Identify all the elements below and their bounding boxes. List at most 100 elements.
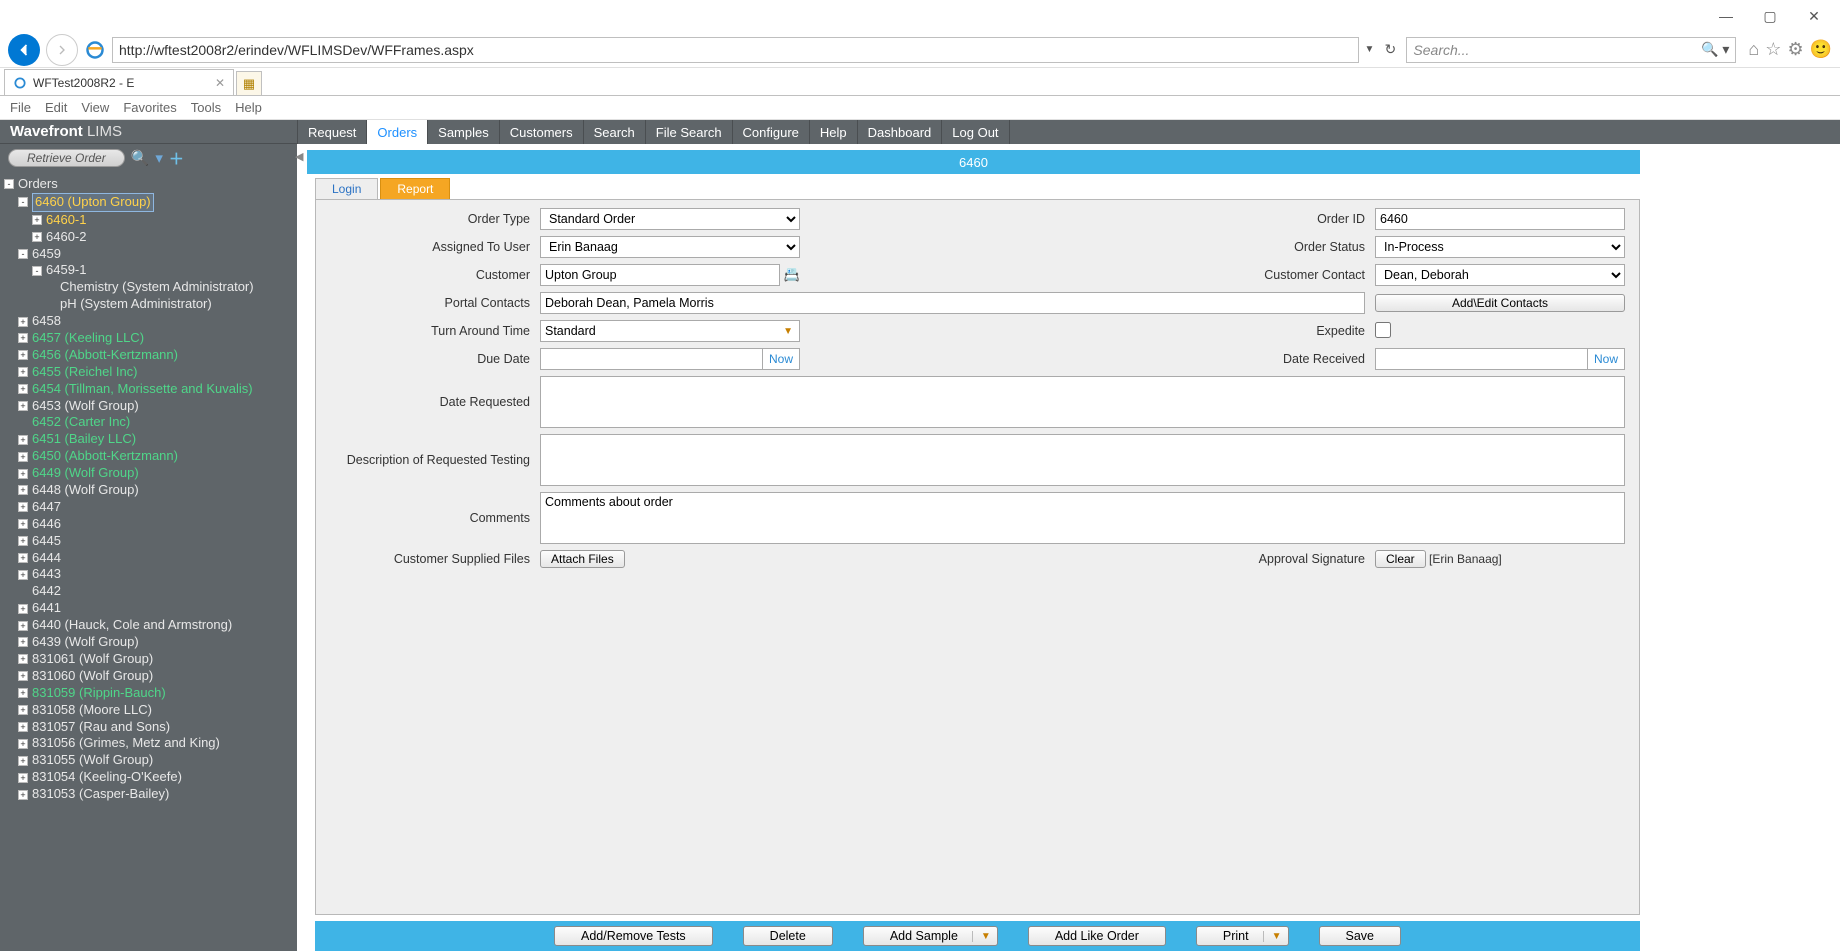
customer-field[interactable]: [540, 264, 780, 286]
tree-row[interactable]: +6460-1: [4, 212, 297, 229]
add-remove-tests-button[interactable]: Add/Remove Tests: [554, 926, 713, 946]
tree-expander[interactable]: +: [18, 654, 28, 664]
tree-item-label[interactable]: 6451 (Bailey LLC): [32, 431, 136, 448]
tree-item-label[interactable]: 831061 (Wolf Group): [32, 651, 153, 668]
tree-row[interactable]: +831061 (Wolf Group): [4, 651, 297, 668]
save-button[interactable]: Save: [1319, 926, 1402, 946]
smiley-icon[interactable]: 🙂: [1810, 39, 1832, 60]
add-edit-contacts-button[interactable]: Add\Edit Contacts: [1375, 294, 1625, 312]
tree-expander[interactable]: +: [18, 739, 28, 749]
add-sample-button[interactable]: Add Sample▼: [863, 926, 998, 946]
browser-menu-item[interactable]: View: [81, 100, 109, 115]
tree-row[interactable]: +6455 (Reichel Inc): [4, 364, 297, 381]
tree-expander[interactable]: +: [18, 350, 28, 360]
tree-item-label[interactable]: 831053 (Casper-Bailey): [32, 786, 169, 803]
description-textarea[interactable]: [540, 434, 1625, 486]
tree-expander[interactable]: +: [18, 705, 28, 715]
tree-row[interactable]: +831055 (Wolf Group): [4, 752, 297, 769]
tree-item-label[interactable]: 6443: [32, 566, 61, 583]
topmenu-item[interactable]: Configure: [733, 120, 810, 144]
tree-row[interactable]: -6459-1: [4, 262, 297, 279]
tat-dropdown-icon[interactable]: ▼: [777, 320, 800, 342]
gear-icon[interactable]: ⚙: [1787, 39, 1803, 60]
topmenu-item[interactable]: Dashboard: [858, 120, 943, 144]
tree-row[interactable]: +831060 (Wolf Group): [4, 668, 297, 685]
tree-row[interactable]: +6456 (Abbott-Kertzmann): [4, 347, 297, 364]
topmenu-item[interactable]: Request: [298, 120, 367, 144]
due-date-now-link[interactable]: Now: [763, 348, 800, 370]
tree-item-label[interactable]: 6455 (Reichel Inc): [32, 364, 138, 381]
tree-row[interactable]: +6447: [4, 499, 297, 516]
tree-row[interactable]: -6460 (Upton Group): [4, 193, 297, 212]
topmenu-item[interactable]: Log Out: [942, 120, 1009, 144]
tree-item-label[interactable]: 831060 (Wolf Group): [32, 668, 153, 685]
topmenu-item[interactable]: File Search: [646, 120, 733, 144]
browser-menu-item[interactable]: Favorites: [123, 100, 176, 115]
topmenu-item[interactable]: Orders: [367, 120, 428, 144]
tree-item-label[interactable]: 6450 (Abbott-Kertzmann): [32, 448, 178, 465]
tree-expander[interactable]: +: [18, 773, 28, 783]
date-received-field[interactable]: [1375, 348, 1588, 370]
tree-row[interactable]: +6457 (Keeling LLC): [4, 330, 297, 347]
subtab-login[interactable]: Login: [315, 178, 378, 199]
tree-item-label[interactable]: 6460-2: [46, 229, 86, 246]
add-icon[interactable]: ＋: [169, 148, 184, 169]
search-box[interactable]: Search... 🔍 ▾: [1406, 37, 1736, 63]
assigned-user-select[interactable]: Erin Banaag: [540, 236, 800, 258]
comments-textarea[interactable]: Comments about order: [540, 492, 1625, 544]
customer-lookup-icon[interactable]: 📇: [784, 267, 800, 283]
tree-row[interactable]: 6452 (Carter Inc): [4, 414, 297, 431]
tree-expander[interactable]: +: [18, 519, 28, 529]
tree-expander[interactable]: -: [18, 197, 28, 207]
tree-expander[interactable]: -: [18, 249, 28, 259]
favorites-icon[interactable]: ☆: [1765, 39, 1781, 60]
tree-expander[interactable]: +: [18, 722, 28, 732]
tree-expander[interactable]: +: [32, 232, 42, 242]
tree-item-label[interactable]: 6444: [32, 550, 61, 567]
tree-row[interactable]: pH (System Administrator): [4, 296, 297, 313]
tree-item-label[interactable]: 831057 (Rau and Sons): [32, 719, 170, 736]
tree-item-label[interactable]: 831056 (Grimes, Metz and King): [32, 735, 220, 752]
attach-files-button[interactable]: Attach Files: [540, 550, 625, 568]
topmenu-item[interactable]: Search: [584, 120, 646, 144]
tree-item-label[interactable]: 831055 (Wolf Group): [32, 752, 153, 769]
tree-expander[interactable]: +: [18, 790, 28, 800]
tree-item-label[interactable]: 831059 (Rippin-Bauch): [32, 685, 166, 702]
tree-expander[interactable]: +: [18, 401, 28, 411]
tat-field[interactable]: [540, 320, 777, 342]
subtab-report[interactable]: Report: [380, 178, 450, 199]
tree-row[interactable]: 6442: [4, 583, 297, 600]
orders-tree[interactable]: - Orders -6460 (Upton Group)+6460-1+6460…: [0, 172, 297, 951]
tree-item-label[interactable]: Chemistry (System Administrator): [60, 279, 254, 296]
browser-menu-item[interactable]: File: [10, 100, 31, 115]
browser-menu-item[interactable]: Tools: [191, 100, 221, 115]
tree-item-label[interactable]: 6446: [32, 516, 61, 533]
tree-row[interactable]: -6459: [4, 246, 297, 263]
tree-row[interactable]: +831056 (Grimes, Metz and King): [4, 735, 297, 752]
nav-forward-button[interactable]: [46, 34, 78, 66]
tab-close-icon[interactable]: ✕: [215, 76, 225, 90]
tree-item-label[interactable]: 6458: [32, 313, 61, 330]
tree-item-label[interactable]: 6441: [32, 600, 61, 617]
tree-expander[interactable]: +: [18, 367, 28, 377]
tree-row[interactable]: +6460-2: [4, 229, 297, 246]
tree-item-label[interactable]: 6453 (Wolf Group): [32, 398, 139, 415]
tree-item-label[interactable]: 6440 (Hauck, Cole and Armstrong): [32, 617, 232, 634]
order-status-select[interactable]: In-Process: [1375, 236, 1625, 258]
tree-root[interactable]: Orders: [18, 176, 58, 193]
tree-expander[interactable]: +: [18, 688, 28, 698]
tree-row[interactable]: +6449 (Wolf Group): [4, 465, 297, 482]
tree-expander[interactable]: +: [18, 502, 28, 512]
new-tab-button[interactable]: ▦: [236, 71, 262, 95]
browser-menu-item[interactable]: Help: [235, 100, 262, 115]
due-date-field[interactable]: [540, 348, 763, 370]
tree-expander[interactable]: +: [18, 621, 28, 631]
date-received-now-link[interactable]: Now: [1588, 348, 1625, 370]
order-id-field[interactable]: [1375, 208, 1625, 230]
tree-item-label[interactable]: 6448 (Wolf Group): [32, 482, 139, 499]
tree-expander[interactable]: +: [18, 435, 28, 445]
tree-item-label[interactable]: 6456 (Abbott-Kertzmann): [32, 347, 178, 364]
tree-item-label[interactable]: 6459: [32, 246, 61, 263]
search-icon[interactable]: 🔍 ▾: [1701, 41, 1729, 58]
tree-expander[interactable]: -: [4, 179, 14, 189]
